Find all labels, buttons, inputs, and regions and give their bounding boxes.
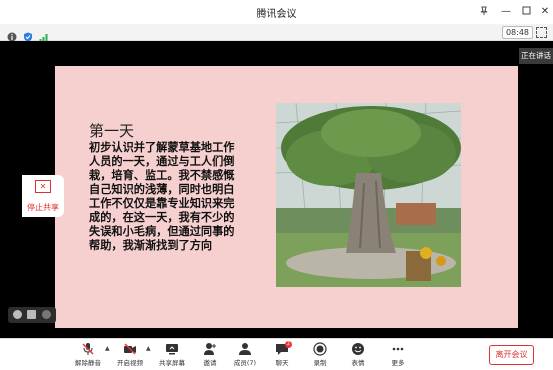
members-label: 成员(7) — [233, 359, 257, 367]
slide-title: 第一天 — [89, 122, 135, 140]
leave-meeting-button[interactable]: 离开会议 — [489, 345, 534, 365]
window-titlebar: 腾讯会议 — ✕ — [0, 0, 553, 25]
record-icon — [313, 342, 327, 356]
start-video-button[interactable]: 开启视频 — [110, 342, 150, 367]
signal-icon[interactable] — [39, 27, 49, 42]
unmute-button[interactable]: 解除静音 — [68, 342, 108, 367]
stop-share-icon: ✕ — [35, 180, 51, 193]
avatar-icon[interactable] — [13, 310, 22, 319]
invite-label: 邀请 — [203, 359, 217, 367]
share-screen-button[interactable]: 共享屏幕 — [152, 342, 192, 367]
invite-button[interactable]: 邀请 — [190, 342, 230, 367]
mini-control-bar — [8, 307, 56, 323]
start-video-label: 开启视频 — [117, 359, 143, 367]
share-screen-label: 共享屏幕 — [159, 359, 185, 367]
more-dots-icon — [392, 347, 404, 351]
greenhouse-tree-photo — [276, 103, 461, 287]
pin-icon[interactable] — [478, 6, 490, 18]
chat-mini-icon[interactable] — [27, 310, 36, 319]
security-shield-icon[interactable] — [23, 27, 33, 42]
meeting-timer: 08:48 — [501, 26, 533, 39]
stop-share-label: 停止共享 — [27, 203, 59, 212]
slide-body-text: 初步认识并了解蒙草基地工作人员的一天，通过与工人们倒栽，培育、监工。我不禁感慨自… — [89, 140, 235, 252]
meeting-status-bar: 08:48 — [0, 24, 553, 42]
info-icon[interactable] — [7, 27, 17, 42]
unmute-label: 解除静音 — [75, 359, 101, 367]
add-person-icon — [204, 343, 216, 355]
members-icon — [239, 343, 251, 355]
meeting-toolbar: 解除静音 ▲ 开启视频 ▲ 共享屏幕 邀请 成员(7) 2 聊天 录制 表情 更… — [0, 338, 553, 370]
smiley-icon — [352, 343, 364, 355]
collapse-arrow-icon[interactable] — [42, 310, 51, 319]
speaking-indicator: 正在讲话 — [519, 48, 553, 64]
camera-off-icon — [124, 343, 136, 355]
chat-unread-badge: 2 — [285, 341, 292, 348]
record-button[interactable]: 录制 — [300, 342, 340, 367]
close-icon[interactable]: ✕ — [539, 6, 551, 18]
chat-button[interactable]: 2 聊天 — [262, 341, 302, 367]
members-button[interactable]: 成员(7) — [225, 342, 265, 367]
window-title: 腾讯会议 — [256, 9, 297, 20]
shared-screen-stage: 正在讲话 第一天 初步认识并了解蒙草基地工作人员的一天，通过与工人们倒栽，培育、… — [0, 41, 553, 338]
record-label: 录制 — [313, 359, 327, 367]
reactions-label: 表情 — [351, 359, 365, 367]
chat-label: 聊天 — [275, 359, 289, 367]
more-label: 更多 — [391, 359, 405, 367]
minimize-icon[interactable]: — — [500, 6, 512, 18]
screen-share-icon — [166, 344, 178, 355]
more-button[interactable]: 更多 — [378, 342, 418, 367]
reactions-button[interactable]: 表情 — [338, 342, 378, 367]
shared-slide: 第一天 初步认识并了解蒙草基地工作人员的一天，通过与工人们倒栽，培育、监工。我不… — [55, 66, 518, 328]
maximize-icon[interactable] — [520, 6, 532, 18]
audio-options-caret[interactable]: ▲ — [105, 345, 110, 352]
video-options-caret[interactable]: ▲ — [146, 345, 151, 352]
stop-share-button[interactable]: ✕ 停止共享 — [22, 175, 64, 217]
mic-muted-icon — [82, 343, 94, 355]
fullscreen-icon[interactable] — [536, 27, 547, 38]
